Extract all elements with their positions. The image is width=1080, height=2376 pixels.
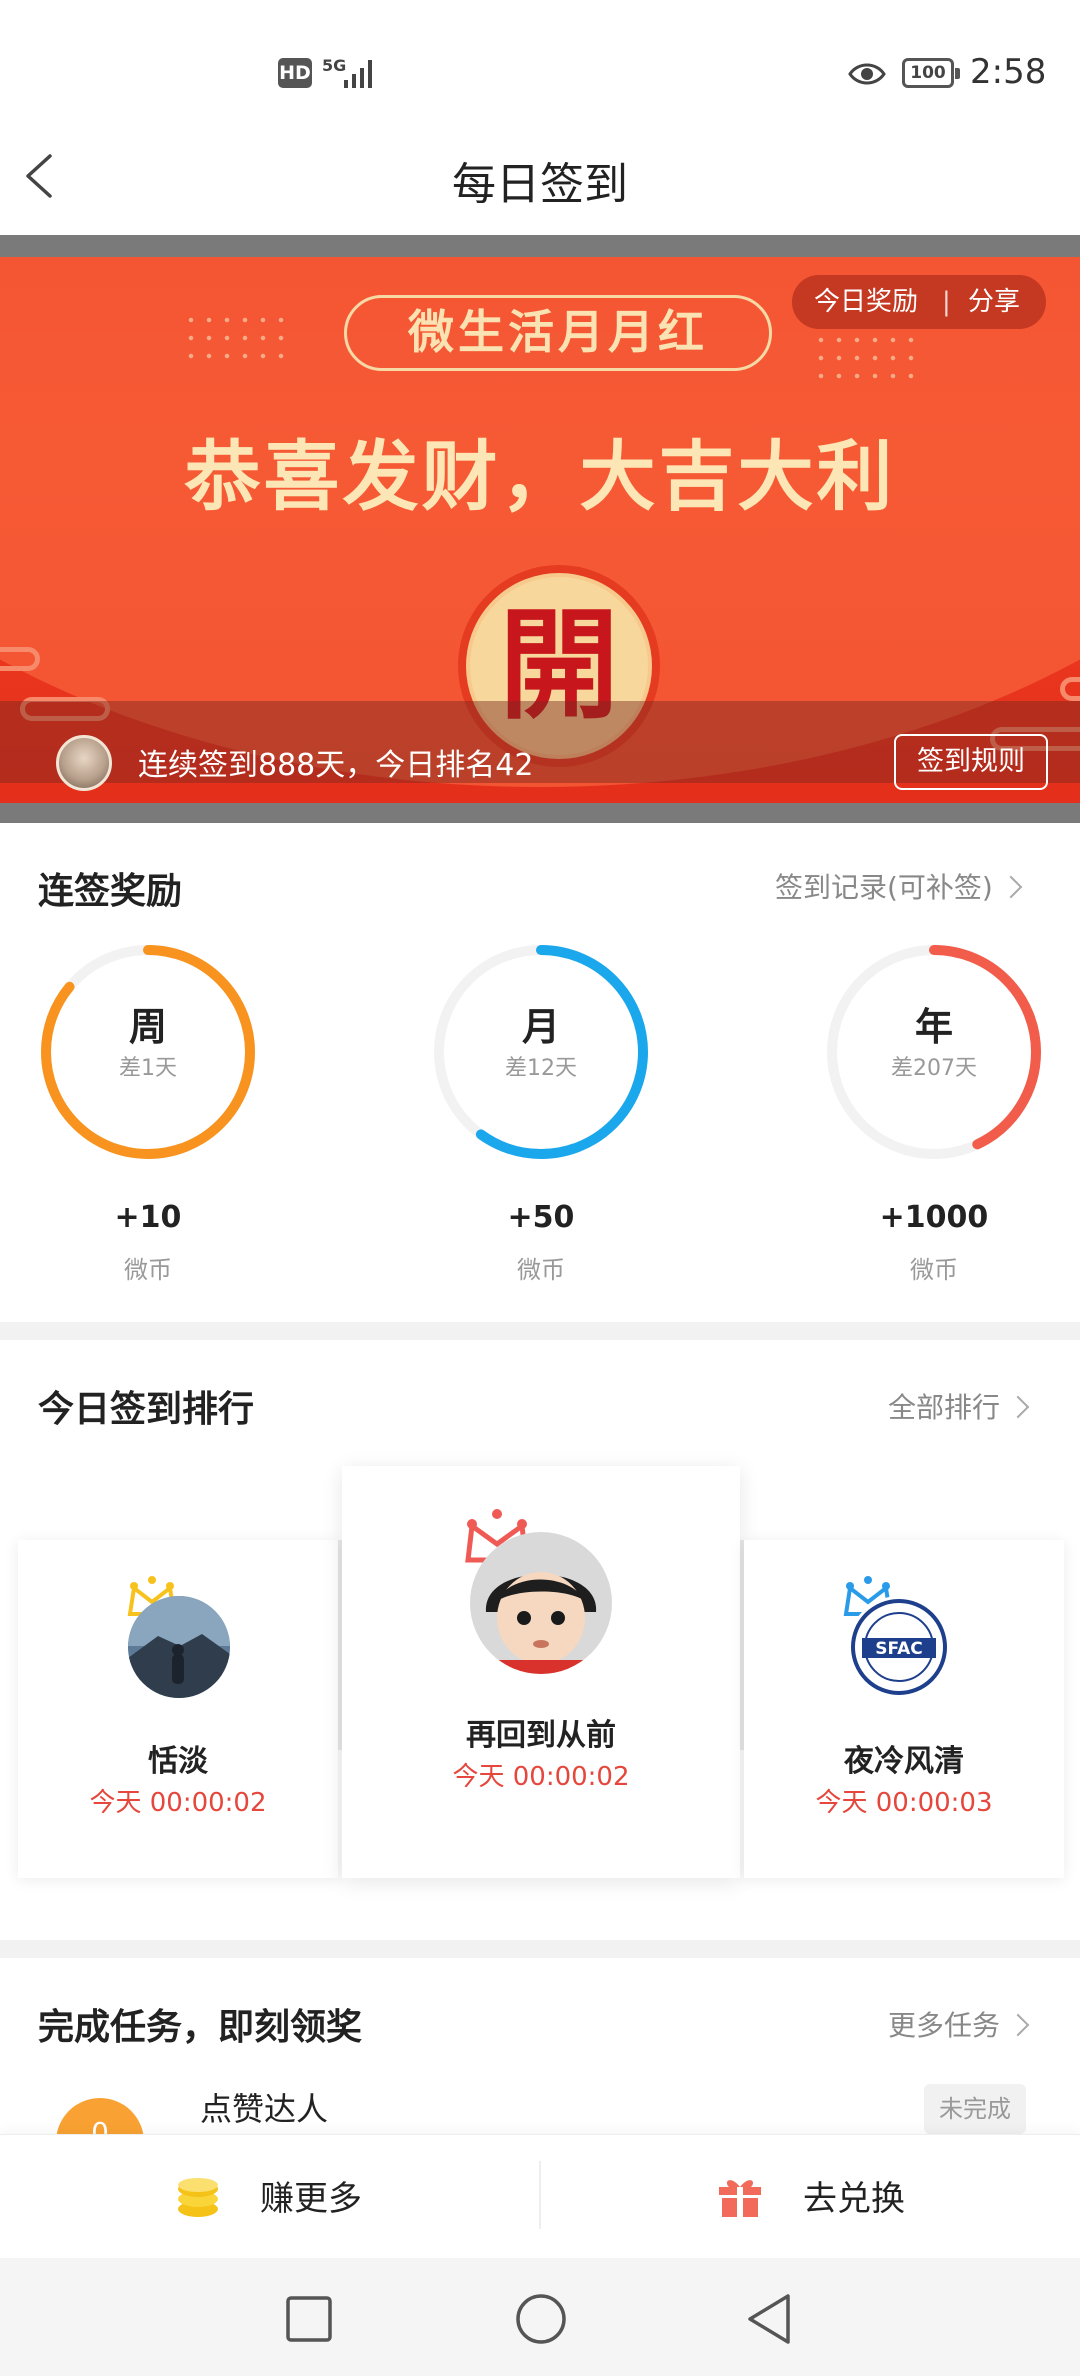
ranking-title: 今日签到排行	[38, 1389, 255, 1430]
battery-icon: 100	[902, 58, 960, 88]
reward-amount: +10	[114, 1200, 182, 1235]
ring-remaining: 差207天	[891, 1056, 977, 1081]
task-status-badge[interactable]: 未完成	[924, 2084, 1026, 2134]
signal-icon	[344, 60, 372, 88]
rank-time: 今天 00:00:02	[89, 1788, 267, 1818]
avatar: SFAC	[848, 1596, 950, 1698]
streak-ring-2: 年差207天	[822, 940, 1046, 1164]
section-divider	[0, 1322, 1080, 1340]
ring-period: 周	[128, 1005, 167, 1049]
reward-amount: +50	[507, 1200, 575, 1235]
clock: 2:58	[970, 52, 1047, 92]
rank-name: 再回到从前	[466, 1718, 616, 1753]
reward-unit: 微币	[124, 1256, 172, 1284]
avatar	[128, 1596, 230, 1698]
home-icon[interactable]	[514, 2292, 568, 2346]
campaign-title: 微生活月月红	[344, 295, 772, 371]
dot-pattern-left	[182, 311, 292, 361]
cloud-decoration-left	[0, 647, 40, 671]
hd-badge: HD	[278, 58, 312, 88]
rank-name: 夜冷风清	[844, 1744, 964, 1779]
avatar	[470, 1532, 612, 1674]
rank-card-first[interactable]: 再回到从前 今天 00:00:02	[342, 1466, 740, 1878]
streak-rewards-title: 连签奖励	[38, 871, 183, 912]
sfac-logo-text: SFAC	[875, 1639, 923, 1659]
reward-share-pill: 今日奖励 | 分享	[792, 275, 1046, 329]
sfac-logo-avatar: SFAC	[848, 1596, 950, 1698]
system-nav-bar	[0, 2258, 1080, 2376]
user-avatar	[56, 735, 112, 791]
ring-period: 月	[521, 1005, 560, 1049]
gift-icon	[719, 2180, 761, 2217]
banner-slogan: 恭喜发财，大吉大利	[184, 432, 896, 521]
recent-apps-icon[interactable]	[284, 2294, 334, 2344]
rank-time: 今天 00:00:03	[815, 1788, 993, 1818]
task-name: 点赞达人	[200, 2090, 329, 2128]
all-ranking-link[interactable]: 全部排行	[888, 1386, 1030, 1426]
signin-rules-button[interactable]: 签到规则	[894, 734, 1048, 790]
tasks-title: 完成任务，即刻领奖	[38, 2007, 363, 2048]
exchange-label: 去兑换	[803, 2179, 905, 2219]
cartoon-avatar-image	[470, 1532, 612, 1674]
ring-remaining: 差1天	[119, 1056, 177, 1081]
reward-amount: +1000	[879, 1200, 989, 1235]
streak-ring-1: 月差12天	[429, 940, 653, 1164]
section-divider	[0, 1940, 1080, 1958]
rank-name: 恬淡	[148, 1744, 208, 1779]
today-reward-link[interactable]: 今日奖励	[814, 275, 918, 329]
reward-unit: 微币	[517, 1256, 565, 1284]
all-ranking-label: 全部排行	[888, 1391, 1001, 1424]
eye-comfort-icon	[848, 63, 886, 85]
page-title: 每日签到	[452, 159, 628, 210]
earn-more-button[interactable]: 赚更多	[0, 2135, 539, 2259]
landscape-avatar-image	[128, 1596, 230, 1698]
signin-record-link[interactable]: 签到记录(可补签)	[775, 866, 1023, 906]
earn-more-label: 赚更多	[260, 2179, 362, 2219]
pill-divider: |	[942, 287, 951, 317]
more-tasks-link[interactable]: 更多任务	[888, 2004, 1030, 2044]
back-triangle-icon[interactable]	[744, 2292, 794, 2346]
ring-period: 年	[914, 1005, 953, 1049]
signin-banner: 微生活月月红 恭喜发财，大吉大利 今日奖励 | 分享 開 连续签到888天，今日…	[0, 235, 1080, 823]
bottom-action-bar: 赚更多 去兑换	[0, 2134, 1080, 2259]
cloud-decoration-right-2	[1060, 677, 1080, 701]
reward-unit: 微币	[910, 1256, 958, 1284]
exchange-button[interactable]: 去兑换	[541, 2135, 1080, 2259]
ring-remaining: 差12天	[505, 1056, 577, 1081]
streak-ring-0: 周差1天	[36, 940, 260, 1164]
chevron-right-icon	[1006, 1395, 1030, 1419]
top-nav-bar: 每日签到	[0, 120, 1080, 235]
streak-summary: 连续签到888天，今日排名42	[138, 748, 534, 783]
more-tasks-label: 更多任务	[888, 2009, 1001, 2042]
dot-pattern-right	[812, 331, 922, 381]
share-link[interactable]: 分享	[968, 275, 1020, 329]
signin-record-label: 签到记录(可补签)	[775, 871, 993, 904]
rank-card-second[interactable]: 恬淡 今天 00:00:02	[18, 1540, 338, 1878]
chevron-right-icon	[1006, 2013, 1030, 2037]
chevron-right-icon	[999, 875, 1023, 899]
rank-card-third[interactable]: SFAC 夜冷风清 今天 00:00:03	[744, 1540, 1064, 1878]
coin-stack-icon	[178, 2178, 218, 2217]
rank-time: 今天 00:00:02	[452, 1762, 630, 1792]
